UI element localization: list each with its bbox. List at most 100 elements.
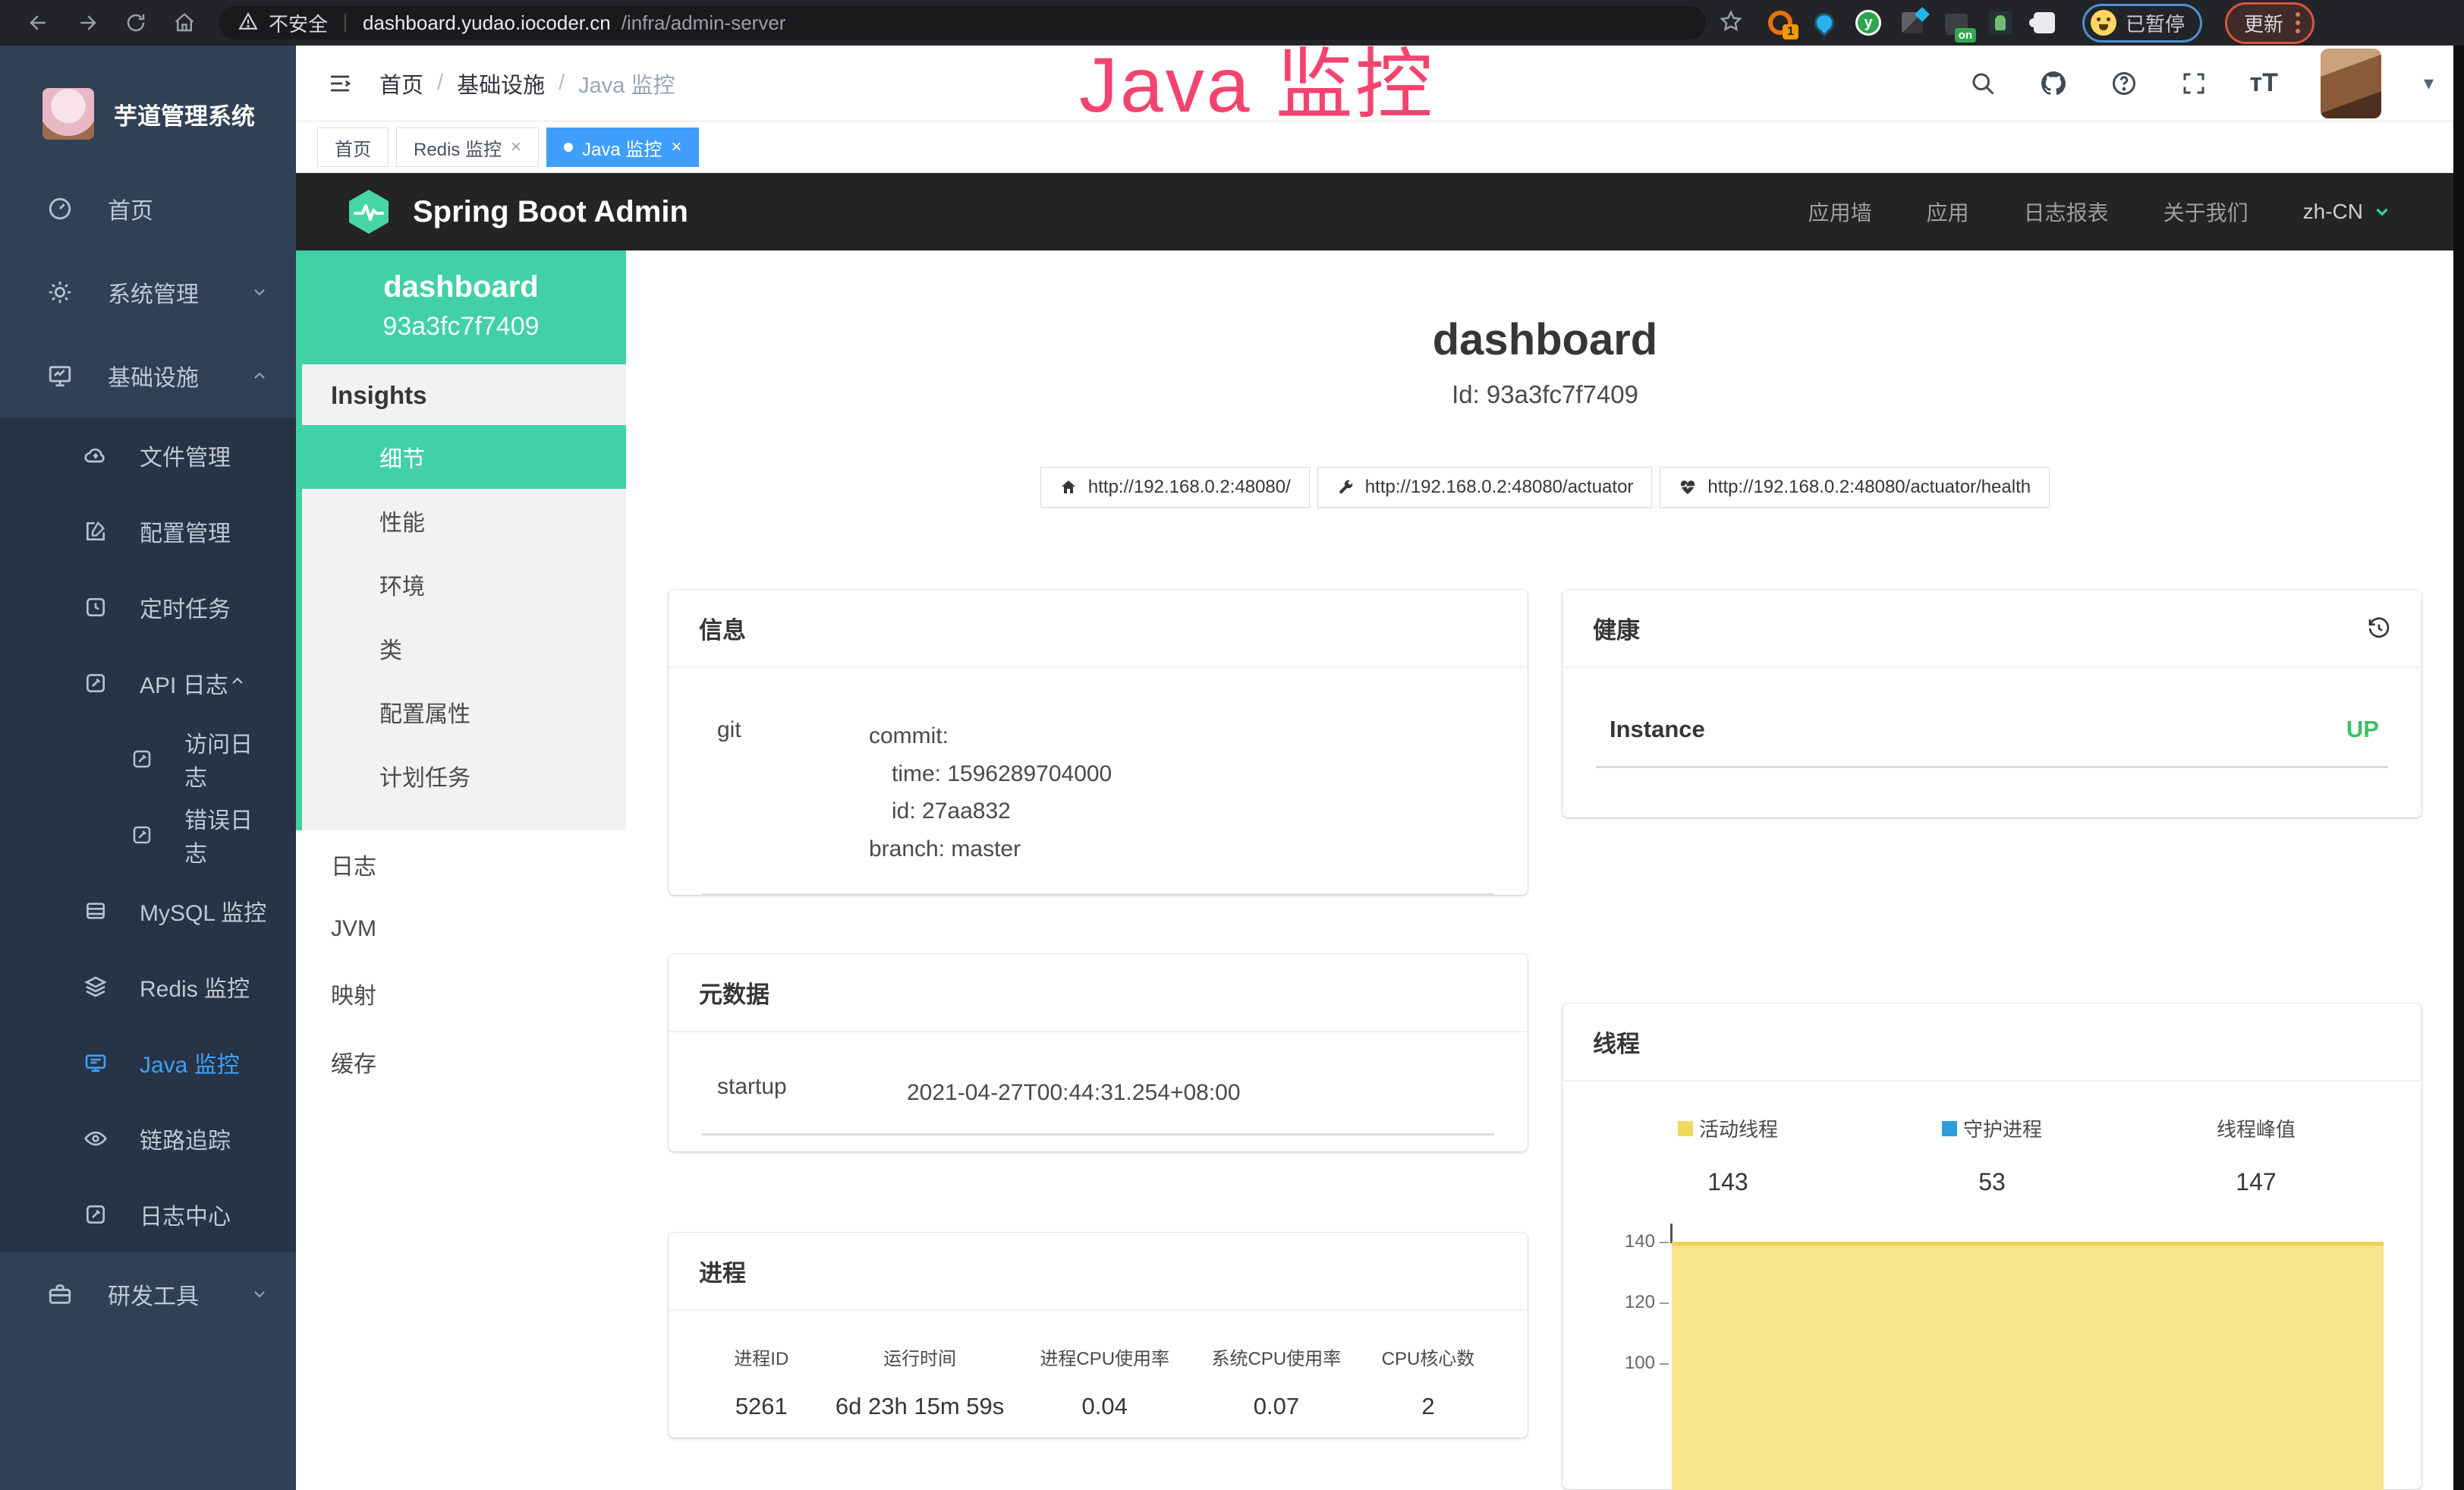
heart-icon (1679, 478, 1697, 496)
tab-label: Redis 监控 (414, 134, 502, 161)
sidebar-item-label: 定时任务 (140, 591, 231, 624)
breadcrumb-home[interactable]: 首页 (379, 68, 423, 99)
sba-menu-jvm[interactable]: JVM (296, 899, 626, 959)
breadcrumb-infra[interactable]: 基础设施 (457, 68, 545, 99)
metadata-card-title: 元数据 (699, 975, 769, 1010)
extension-pin-icon[interactable] (1811, 9, 1838, 36)
sidebar-item-api-log[interactable]: API 日志 (0, 645, 296, 721)
legend-swatch-yellow (1678, 1121, 1693, 1136)
instance-header[interactable]: dashboard 93a3fc7f7409 (296, 250, 626, 364)
process-table: 进程ID 运行时间 进程CPU使用率 系统CPU使用率 CPU核心数 5261 … (702, 1333, 1494, 1428)
health-instance-label: Instance (1610, 716, 1705, 743)
sba-menu-performance[interactable]: 性能 (302, 489, 626, 553)
app-logo (42, 88, 94, 140)
chevron-up-icon (250, 367, 269, 385)
fullscreen-icon[interactable] (2180, 70, 2208, 97)
sba-menu-classes[interactable]: 类 (302, 616, 626, 680)
tab-home[interactable]: 首页 (317, 128, 389, 167)
github-icon[interactable] (2039, 69, 2068, 98)
forward-icon[interactable] (74, 10, 100, 36)
sidebar-item-label: 首页 (108, 192, 269, 225)
infra-submenu: 文件管理 配置管理 定时任务 API 日志 (0, 417, 296, 1252)
sba-nav-about[interactable]: 关于我们 (2163, 197, 2248, 227)
page-title: dashboard (669, 314, 2422, 365)
health-url-link[interactable]: http://192.168.0.2:48080/actuator/health (1660, 467, 2050, 508)
sba-menu-caches[interactable]: 缓存 (296, 1028, 626, 1096)
extension-on-icon[interactable]: on (1943, 9, 1970, 36)
active-dot (564, 143, 573, 152)
collapse-menu-icon[interactable] (326, 70, 354, 97)
sba-nav-wall[interactable]: 应用墙 (1808, 197, 1872, 227)
tab-java[interactable]: Java 监控 × (546, 128, 699, 167)
close-icon[interactable]: × (511, 137, 521, 158)
actuator-url-link[interactable]: http://192.168.0.2:48080/actuator (1317, 467, 1653, 508)
reload-icon[interactable] (123, 10, 149, 36)
home-icon[interactable] (172, 10, 197, 36)
sidebar-item-mysql[interactable]: MySQL 监控 (0, 873, 296, 949)
info-card-title: 信息 (699, 611, 746, 645)
home-icon (1059, 478, 1078, 496)
threads-chart: 140 120 100 (1596, 1230, 2388, 1490)
sidebar-item-home[interactable]: 首页 (0, 167, 296, 250)
tab-redis[interactable]: Redis 监控 × (396, 128, 539, 167)
search-icon[interactable] (1969, 70, 1997, 97)
sba-menu-scheduled[interactable]: 计划任务 (302, 744, 626, 808)
app-logo-row: 芋道管理系统 (0, 46, 296, 159)
sidebar-item-trace[interactable]: 链路追踪 (0, 1101, 296, 1177)
gear-icon (47, 279, 77, 305)
top-navbar: 首页 / 基础设施 / Java 监控 тT ▾ (296, 46, 2464, 121)
sidebar-item-java[interactable]: Java 监控 (0, 1025, 296, 1101)
sba-menu-logs[interactable]: 日志 (296, 830, 626, 899)
sidebar-item-config[interactable]: 配置管理 (0, 493, 296, 569)
sidebar-item-infra[interactable]: 基础设施 (0, 334, 296, 417)
bookmark-star-icon[interactable] (1720, 10, 1742, 36)
breadcrumb-current: Java 监控 (578, 68, 675, 99)
sba-menu-mappings[interactable]: 映射 (296, 959, 626, 1028)
sba-logo-icon (345, 187, 393, 236)
help-icon[interactable] (2110, 70, 2138, 97)
sidebar-item-job[interactable]: 定时任务 (0, 569, 296, 645)
extension-icon[interactable]: 1 (1767, 9, 1794, 36)
window-scrollbar[interactable] (2453, 46, 2464, 1490)
close-icon[interactable]: × (671, 137, 681, 158)
service-url-label: http://192.168.0.2:48080/ (1088, 477, 1291, 498)
sba-locale-select[interactable]: zh-CN (2303, 200, 2392, 224)
sba-menu-details[interactable]: 细节 (296, 425, 626, 489)
sidebar-item-system[interactable]: 系统管理 (0, 250, 296, 334)
log-edit-icon (131, 748, 157, 770)
extension-grid-icon[interactable] (1899, 9, 1926, 36)
update-button[interactable]: 更新 (2225, 2, 2315, 44)
sidebar-item-access-log[interactable]: 访问日志 (0, 721, 296, 797)
avatar[interactable] (2321, 49, 2381, 118)
back-icon[interactable] (26, 10, 52, 36)
sba-nav-journal[interactable]: 日志报表 (2024, 197, 2109, 227)
system-cpu: 0.07 (1191, 1393, 1362, 1420)
sidebar-item-log-center[interactable]: 日志中心 (0, 1177, 296, 1252)
service-url-link[interactable]: http://192.168.0.2:48080/ (1040, 467, 1310, 508)
browser-menu-icon[interactable] (2296, 12, 2300, 33)
sidebar-item-redis[interactable]: Redis 监控 (0, 949, 296, 1025)
paused-chip[interactable]: 已暂停 (2082, 4, 2202, 43)
sba-brand[interactable]: Spring Boot Admin (345, 187, 688, 236)
sba-menu-configprops[interactable]: 配置属性 (302, 680, 626, 744)
extension-puzzle-icon[interactable] (2031, 9, 2058, 36)
sba-content: dashboard Id: 93a3fc7f7409 http://192.16… (626, 250, 2464, 1490)
navbar-actions: тT ▾ (1969, 49, 2434, 118)
caret-down-icon[interactable]: ▾ (2424, 71, 2434, 95)
sidebar-item-file[interactable]: 文件管理 (0, 417, 296, 493)
app-menu: 首页 系统管理 基础设施 文件管理 (0, 167, 296, 1336)
sba-menu-environment[interactable]: 环境 (302, 553, 626, 616)
extension-y-icon[interactable]: y (1855, 9, 1882, 36)
font-size-icon[interactable]: тT (2250, 68, 2278, 98)
sidebar-item-label: Java 监控 (140, 1046, 240, 1079)
history-icon[interactable] (2367, 616, 2391, 641)
sba-nav-applications[interactable]: 应用 (1927, 197, 1969, 227)
threads-card: 线程 活动线程 守护进程 线程峰值 143 53 147 (1562, 1003, 2422, 1489)
sidebar-item-label: 日志中心 (140, 1198, 231, 1231)
sidebar-item-error-log[interactable]: 错误日志 (0, 797, 296, 873)
extension-person-icon[interactable] (1987, 9, 2014, 36)
metadata-value: 2021-04-27T00:44:31.254+08:00 (907, 1074, 1482, 1112)
address-bar[interactable]: 不安全 dashboard.yudao.iocoder.cn/infra/adm… (219, 6, 1706, 39)
sidebar-item-dev-tool[interactable]: 研发工具 (0, 1252, 296, 1336)
warning-icon (238, 11, 258, 35)
